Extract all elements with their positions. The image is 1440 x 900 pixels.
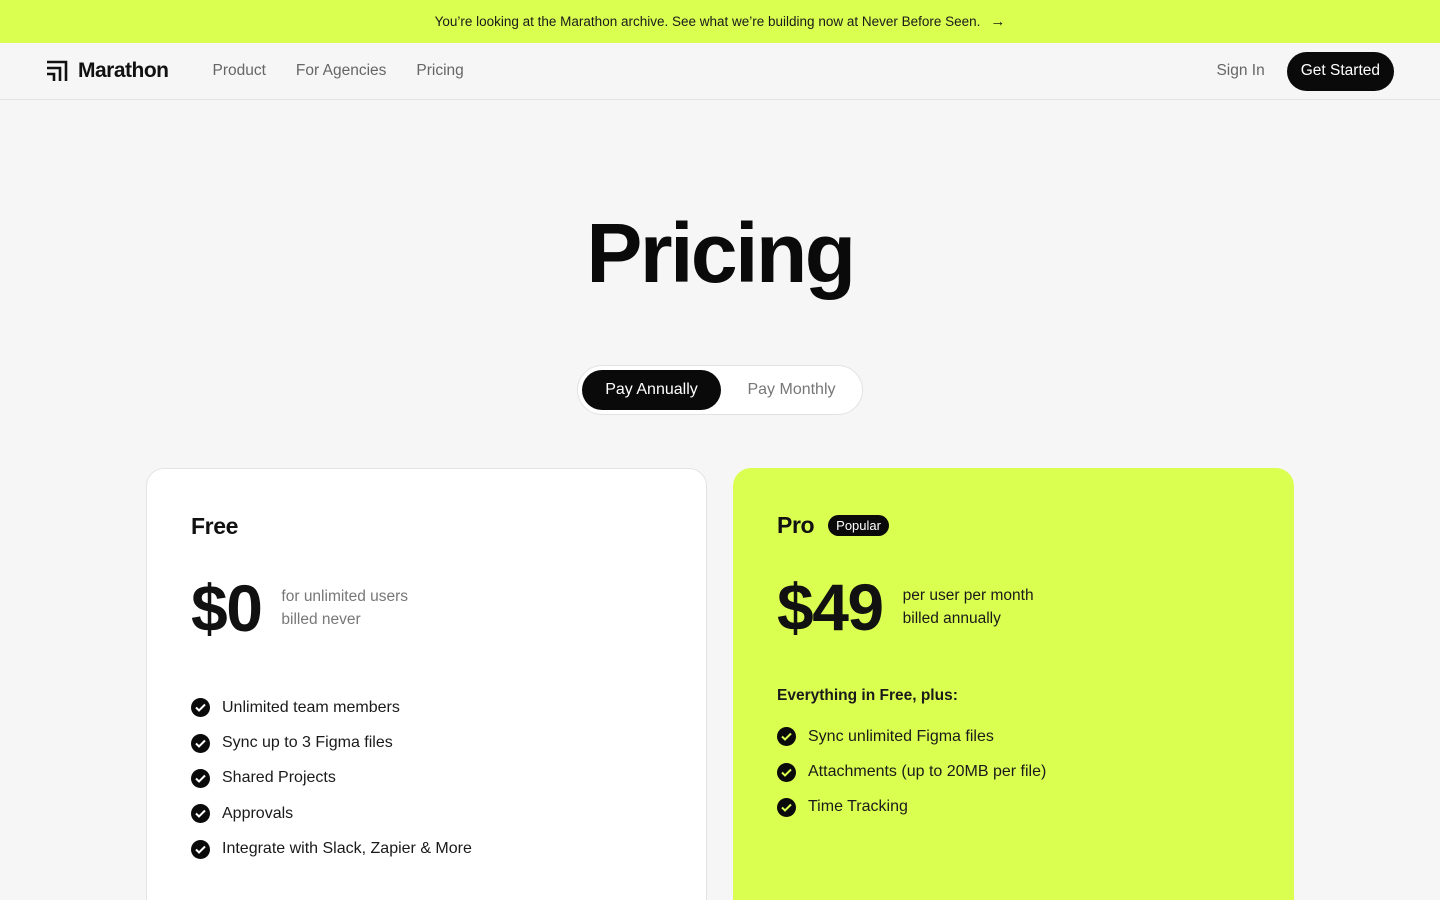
feature-label: Unlimited team members xyxy=(222,698,400,716)
price-note-line1: per user per month xyxy=(902,587,1034,604)
top-nav: Marathon Product For Agencies Pricing Si… xyxy=(0,43,1440,100)
feature-list: Unlimited team members Sync up to 3 Figm… xyxy=(191,690,662,867)
nav-links: Product For Agencies Pricing xyxy=(213,62,464,80)
feature-intro: Everything in Free, plus: xyxy=(777,687,958,704)
billing-toggle-wrapper: Pay Annually Pay Monthly xyxy=(0,365,1440,415)
plan-name: Free xyxy=(191,512,238,539)
feature-label: Sync unlimited Figma files xyxy=(808,727,994,745)
plan-name: Pro xyxy=(777,511,815,538)
pay-monthly-option[interactable]: Pay Monthly xyxy=(725,370,858,410)
banner-text[interactable]: You’re looking at the Marathon archive. … xyxy=(435,14,981,29)
check-icon xyxy=(191,768,210,788)
price-note: per user per month billed annually xyxy=(903,584,1034,630)
check-icon xyxy=(777,797,796,817)
logo[interactable]: Marathon xyxy=(46,59,169,83)
feature-label: Time Tracking xyxy=(808,798,908,816)
check-icon xyxy=(191,804,210,824)
feature-label: Attachments (up to 20MB per file) xyxy=(808,763,1047,781)
feature-item: Shared Projects xyxy=(191,761,662,796)
nav-link-pricing[interactable]: Pricing xyxy=(416,62,463,80)
feature-label: Shared Projects xyxy=(222,769,336,787)
feature-item: Time Tracking xyxy=(777,790,1250,825)
logo-text: Marathon xyxy=(78,59,169,82)
nav-actions: Sign In Get Started xyxy=(1216,51,1394,91)
feature-label: Approvals xyxy=(222,804,294,822)
plan-card-pro: Pro Popular $49 per user per month bille… xyxy=(733,468,1294,900)
feature-item: Sync unlimited Figma files xyxy=(777,719,1250,754)
check-icon xyxy=(191,698,210,718)
plan-price: $49 xyxy=(777,570,884,644)
check-icon xyxy=(191,733,210,753)
page-title: Pricing xyxy=(586,206,856,300)
feature-item: Approvals xyxy=(191,796,662,831)
feature-item: Sync up to 3 Figma files xyxy=(191,725,662,760)
announcement-banner[interactable]: You’re looking at the Marathon archive. … xyxy=(0,0,1440,43)
price-note-line2: billed annually xyxy=(902,610,1001,627)
nav-link-product[interactable]: Product xyxy=(213,62,266,80)
popular-badge: Popular xyxy=(828,514,889,536)
marathon-logo-icon xyxy=(47,60,68,81)
plan-card-free: Free $0 for unlimited users billed never… xyxy=(146,468,707,900)
feature-item: Integrate with Slack, Zapier & More xyxy=(191,832,662,867)
arrow-right-icon[interactable]: → xyxy=(990,13,1005,30)
price-note: for unlimited users billed never xyxy=(281,585,408,631)
feature-item: Unlimited team members xyxy=(191,690,662,725)
feature-label: Integrate with Slack, Zapier & More xyxy=(222,840,472,858)
sign-in-link[interactable]: Sign In xyxy=(1216,62,1264,80)
plan-price: $0 xyxy=(191,571,263,645)
get-started-button[interactable]: Get Started xyxy=(1286,51,1394,91)
price-note-line1: for unlimited users xyxy=(281,588,409,605)
check-icon xyxy=(777,762,796,782)
check-icon xyxy=(777,727,796,747)
feature-item: Attachments (up to 20MB per file) xyxy=(777,754,1250,789)
nav-link-for-agencies[interactable]: For Agencies xyxy=(296,62,386,80)
feature-label: Sync up to 3 Figma files xyxy=(222,734,393,752)
billing-toggle: Pay Annually Pay Monthly xyxy=(577,365,863,415)
pay-annually-option[interactable]: Pay Annually xyxy=(582,370,721,410)
price-note-line2: billed never xyxy=(281,611,361,628)
check-icon xyxy=(191,839,210,859)
feature-list: Sync unlimited Figma files Attachments (… xyxy=(777,719,1250,825)
